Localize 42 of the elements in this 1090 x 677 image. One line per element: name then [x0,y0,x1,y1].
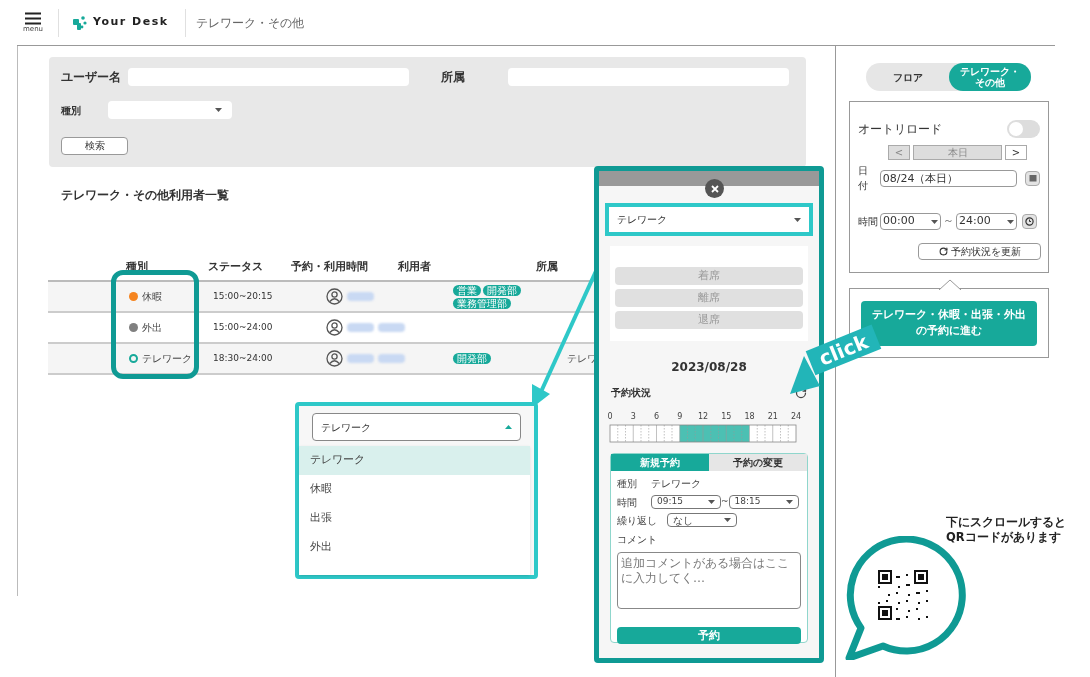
department-tag: 業務管理部 [453,297,511,309]
field-value: テレワーク [651,476,701,491]
field-label: 日付 [858,164,869,193]
department-tag: 開発部 [453,353,491,364]
status-label: 予約状況 [611,386,651,400]
page-title: テレワーク・その他 [195,14,304,32]
axis-tick-label: 0 [607,412,613,422]
scroll-note: 下にスクロールすると QRコードがあります [946,515,1066,545]
column-header: 所属 [536,258,558,275]
column-header: ステータス [208,258,264,275]
table-cell-text: テレワーク [142,352,192,366]
axis-tick-label: 15 [721,412,732,422]
axis-tick-label: 3 [630,412,636,422]
field-label: 時間 [858,215,878,229]
axis-tick-label: 12 [697,412,709,422]
field-label: コメント [617,533,658,547]
department-tag: 開発部 [483,284,521,296]
field-label: 所属 [441,69,466,86]
field-label: 時間 [617,495,638,510]
axis-tick-label: 18 [744,412,755,422]
brand-name: Your Desk [93,14,169,31]
field-label: 繰り返し [617,513,658,528]
column-header: 利用者 [398,258,432,275]
table-cell-text: 休暇 [142,290,162,304]
field-label: 種別 [617,476,638,491]
list-title: テレワーク・その他利用者一覧 [61,187,229,204]
department-tag: 営業 [453,284,481,296]
table-cell-text: 外出 [142,321,162,335]
table-cell-text: 15:00~24:00 [213,320,274,334]
column-header: 予約・利用時間 [291,258,369,275]
field-label: オートリロード [858,121,942,138]
axis-tick-label: 24 [790,412,802,422]
table-cell-text: 18:30~24:00 [213,351,274,365]
range-separator: ～ [943,213,954,230]
table-cell-text: 15:00~20:15 [213,289,274,303]
range-separator: ~ [721,495,729,509]
field-label: ユーザー名 [61,69,122,86]
axis-tick-label: 9 [677,412,683,422]
axis-tick-label: 21 [767,412,778,422]
field-label: 種別 [61,103,82,118]
reservation-date: 2023/08/28 [670,359,748,376]
axis-tick-label: 6 [653,412,660,422]
